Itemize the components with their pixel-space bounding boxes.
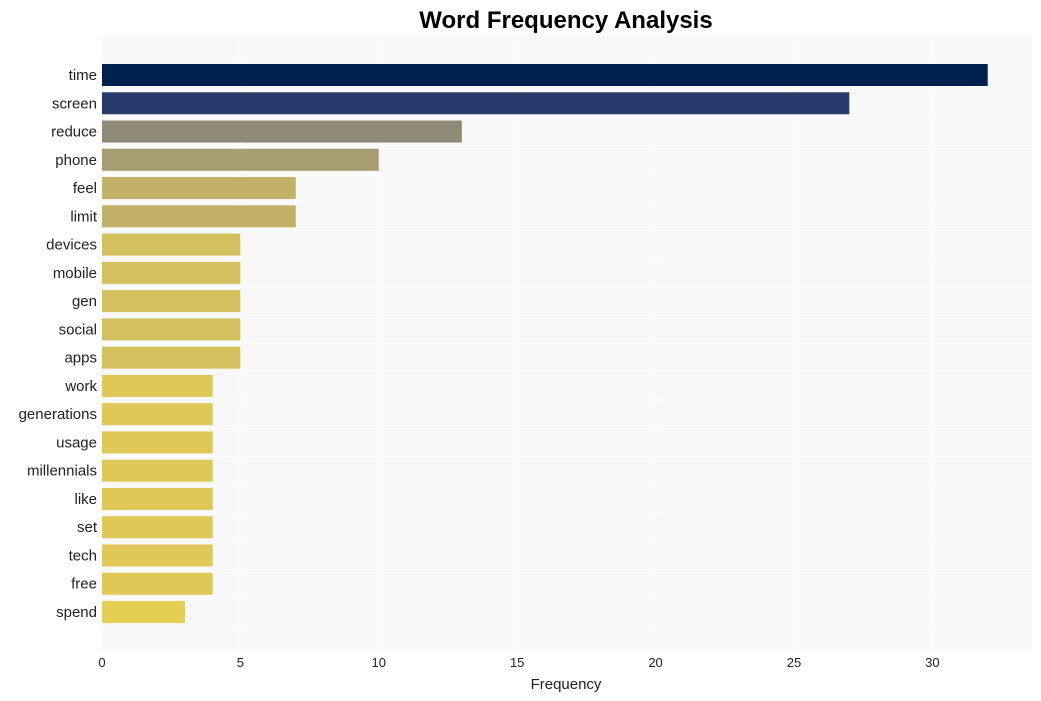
- y-tick-label-free: free: [71, 576, 97, 593]
- bar-limit: [102, 205, 296, 228]
- y-tick-label-gen: gen: [72, 293, 97, 310]
- y-tick-labels: time screen reduce phone feel limit devices mob…: [19, 67, 98, 621]
- bar-phone: [102, 148, 379, 171]
- y-tick-label-devices: devices: [46, 237, 97, 254]
- bar-social: [102, 318, 241, 341]
- x-tick-label-5: 5: [237, 655, 244, 670]
- y-tick-label-millennials: millennials: [27, 463, 97, 480]
- bar-set: [102, 516, 213, 539]
- bar-free: [102, 572, 213, 595]
- x-tick-label-0: 0: [98, 655, 105, 670]
- y-tick-label-usage: usage: [56, 434, 97, 451]
- bar-mobile: [102, 261, 241, 284]
- bar-reduce: [102, 120, 462, 143]
- x-tick-labels: 0 5 10 15 20 25 30: [98, 655, 939, 670]
- y-tick-label-like: like: [74, 491, 97, 508]
- y-tick-label-generations: generations: [19, 406, 97, 423]
- y-tick-label-tech: tech: [69, 547, 97, 564]
- x-tick-label-25: 25: [787, 655, 801, 670]
- bar-devices: [102, 233, 241, 256]
- x-tick-label-20: 20: [648, 655, 662, 670]
- y-tick-label-social: social: [59, 321, 97, 338]
- y-tick-label-apps: apps: [64, 350, 97, 367]
- bar-work: [102, 374, 213, 397]
- y-tick-label-mobile: mobile: [53, 265, 97, 282]
- y-tick-label-time: time: [69, 67, 97, 84]
- bar-usage: [102, 431, 213, 454]
- y-tick-label-reduce: reduce: [51, 124, 97, 141]
- y-tick-label-spend: spend: [56, 604, 97, 621]
- bar-generations: [102, 403, 213, 426]
- y-tick-label-feel: feel: [73, 180, 97, 197]
- y-tick-label-set: set: [77, 519, 98, 536]
- bar-time: [102, 64, 988, 86]
- bar-like: [102, 487, 213, 510]
- x-tick-label-15: 15: [510, 655, 524, 670]
- bar-spend: [102, 601, 186, 623]
- bar-tech: [102, 544, 213, 567]
- y-tick-label-limit: limit: [70, 208, 97, 225]
- chart-title: Word Frequency Analysis: [419, 7, 712, 34]
- bar-millennials: [102, 459, 213, 482]
- bar-screen: [102, 92, 850, 115]
- x-tick-label-10: 10: [372, 655, 386, 670]
- y-tick-label-work: work: [64, 378, 97, 395]
- y-tick-label-phone: phone: [55, 152, 97, 169]
- x-axis-label: Frequency: [531, 676, 602, 693]
- bar-feel: [102, 177, 296, 200]
- x-tick-label-30: 30: [925, 655, 939, 670]
- y-tick-label-screen: screen: [52, 95, 97, 112]
- bar-chart: time screen reduce phone feel limit devices mob…: [19, 7, 1032, 693]
- bar-gen: [102, 290, 241, 313]
- bar-apps: [102, 346, 241, 369]
